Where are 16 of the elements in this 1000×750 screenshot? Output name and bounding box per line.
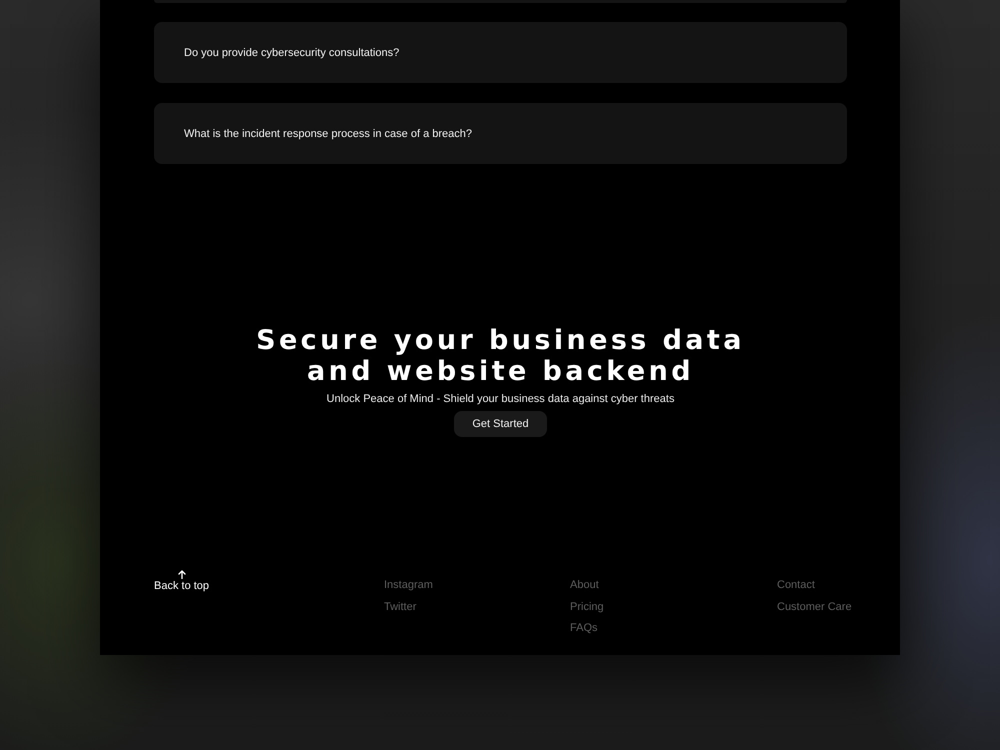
faq-question: Do you provide cybersecurity consultations?	[184, 46, 400, 60]
footer-link[interactable]: Instagram	[384, 578, 433, 592]
arrow-up-icon	[178, 570, 186, 579]
footer-link[interactable]: About	[570, 578, 599, 592]
hero-heading: Secure your business data and website backend	[255, 325, 746, 387]
footer-link[interactable]: Contact	[777, 578, 815, 592]
footer-link[interactable]: Twitter	[384, 600, 416, 614]
get-started-button[interactable]: Get Started	[454, 411, 547, 437]
footer-link[interactable]: Pricing	[570, 600, 604, 614]
hero-subtitle: Unlock Peace of Mind - Shield your business data against cyber threats	[326, 392, 676, 406]
back-to-top-link[interactable]: Back to top	[154, 570, 210, 592]
faq-item[interactable]: Do you provide cybersecurity consultations?	[154, 22, 847, 83]
footer-link[interactable]: Customer Care	[777, 600, 852, 614]
faq-item[interactable]: What is the incident response process in case of a breach?	[154, 103, 847, 164]
footer-link[interactable]: FAQs	[570, 621, 598, 635]
faq-question: What is the incident response process in case of a breach?	[184, 126, 472, 140]
